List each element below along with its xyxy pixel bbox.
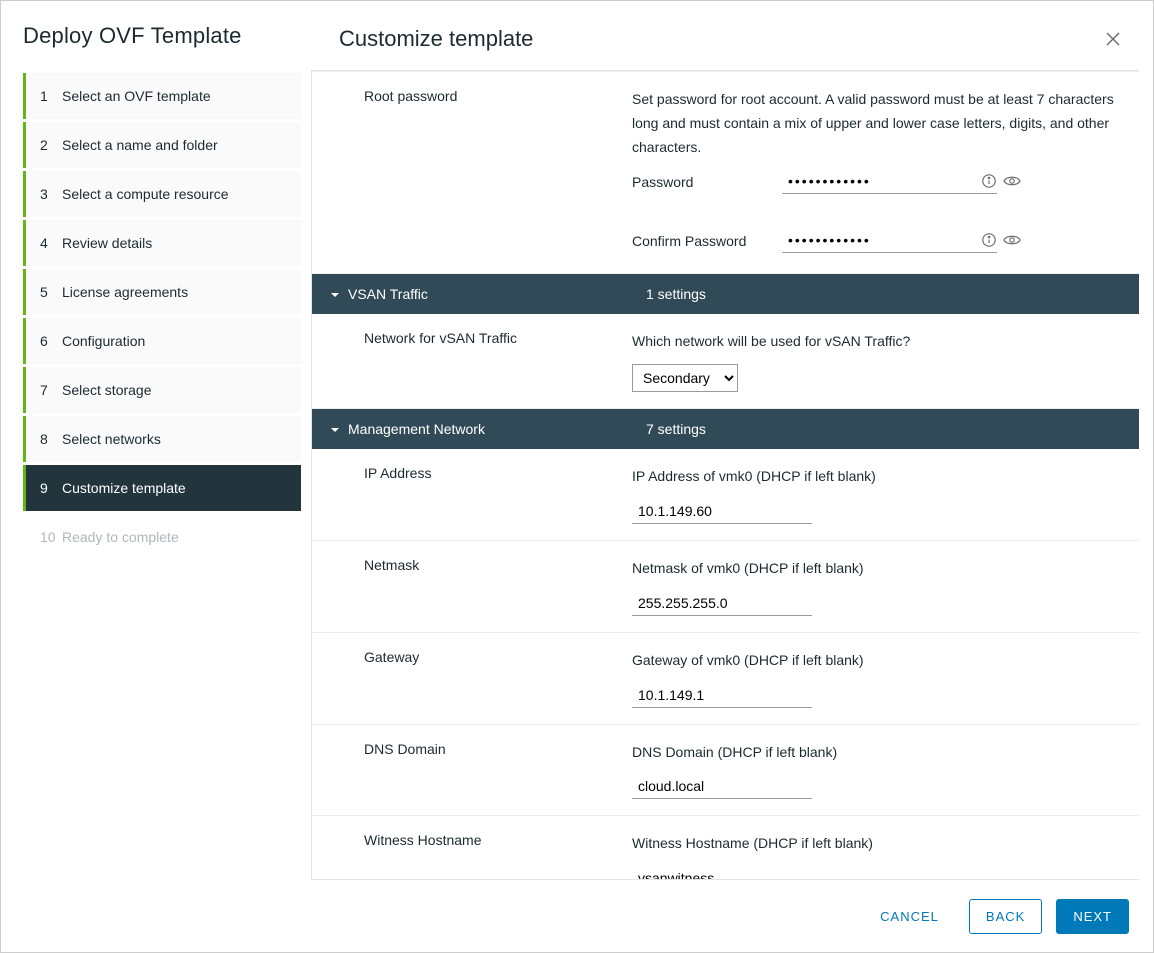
section-count: 1 settings <box>646 286 706 302</box>
eye-icon[interactable] <box>1003 174 1021 188</box>
confirm-sublabel: Confirm Password <box>632 233 782 249</box>
hostname-field[interactable] <box>632 866 812 880</box>
cancel-button[interactable]: CANCEL <box>864 900 955 933</box>
netmask-desc: Netmask of vmk0 (DHCP if left blank) <box>632 557 1119 581</box>
step-customize[interactable]: 9 Customize template <box>23 465 301 511</box>
row-netmask: Netmask Netmask of vmk0 (DHCP if left bl… <box>312 541 1139 633</box>
step-number: 5 <box>40 284 62 300</box>
step-storage[interactable]: 7 Select storage <box>23 367 301 413</box>
page-title: Customize template <box>339 26 533 52</box>
confirm-password-field[interactable] <box>782 228 975 252</box>
step-ready: 10 Ready to complete <box>23 514 301 560</box>
row-vsan-network: Network for vSAN Traffic Which network w… <box>312 314 1139 409</box>
row-dns-domain: DNS Domain DNS Domain (DHCP if left blan… <box>312 725 1139 817</box>
root-password-desc: Set password for root account. A valid p… <box>632 88 1119 159</box>
step-name-folder[interactable]: 2 Select a name and folder <box>23 122 301 168</box>
step-number: 6 <box>40 333 62 349</box>
step-license[interactable]: 5 License agreements <box>23 269 301 315</box>
ip-label: IP Address <box>332 465 632 524</box>
step-label: Select a compute resource <box>62 186 229 202</box>
section-header-vsan[interactable]: VSAN Traffic 1 settings <box>312 274 1139 314</box>
next-button[interactable]: NEXT <box>1056 899 1129 934</box>
netmask-field[interactable] <box>632 591 812 616</box>
section-title: Management Network <box>348 421 646 437</box>
dialog-footer: CANCEL BACK NEXT <box>311 880 1153 952</box>
step-label: Review details <box>62 235 152 251</box>
step-number: 3 <box>40 186 62 202</box>
ip-field[interactable] <box>632 499 812 524</box>
section-count: 7 settings <box>646 421 706 437</box>
hostname-desc: Witness Hostname (DHCP if left blank) <box>632 832 1119 856</box>
step-select-ovf[interactable]: 1 Select an OVF template <box>23 73 301 119</box>
info-icon[interactable] <box>981 232 997 248</box>
step-label: Ready to complete <box>62 529 179 545</box>
gateway-label: Gateway <box>332 649 632 708</box>
vsan-network-label: Network for vSAN Traffic <box>332 330 632 392</box>
step-label: Select networks <box>62 431 161 447</box>
step-number: 8 <box>40 431 62 447</box>
step-label: License agreements <box>62 284 188 300</box>
eye-icon[interactable] <box>1003 233 1021 247</box>
vsan-network-desc: Which network will be used for vSAN Traf… <box>632 330 1119 354</box>
dialog-deploy-ovf: Deploy OVF Template 1 Select an OVF temp… <box>0 0 1154 953</box>
gateway-field[interactable] <box>632 683 812 708</box>
step-label: Select an OVF template <box>62 88 211 104</box>
row-root-password: Root password Set password for root acco… <box>312 71 1139 274</box>
wizard-steps: 1 Select an OVF template 2 Select a name… <box>23 73 301 560</box>
step-number: 9 <box>40 480 62 496</box>
step-number: 2 <box>40 137 62 153</box>
dnsdom-desc: DNS Domain (DHCP if left blank) <box>632 741 1119 765</box>
main-header: Customize template <box>311 1 1153 62</box>
hostname-label: Witness Hostname <box>332 832 632 880</box>
root-password-label: Root password <box>332 88 632 257</box>
password-field[interactable] <box>782 169 975 193</box>
step-compute[interactable]: 3 Select a compute resource <box>23 171 301 217</box>
main-panel: Customize template Root password Set pas… <box>311 1 1153 952</box>
info-icon[interactable] <box>981 173 997 189</box>
dnsdom-label: DNS Domain <box>332 741 632 800</box>
gateway-desc: Gateway of vmk0 (DHCP if left blank) <box>632 649 1119 673</box>
step-label: Select a name and folder <box>62 137 218 153</box>
row-gateway: Gateway Gateway of vmk0 (DHCP if left bl… <box>312 633 1139 725</box>
chevron-down-icon <box>330 422 340 436</box>
back-button[interactable]: BACK <box>969 899 1042 934</box>
password-sublabel: Password <box>632 174 782 190</box>
step-label: Configuration <box>62 333 145 349</box>
close-icon <box>1105 27 1121 49</box>
wizard-sidebar: Deploy OVF Template 1 Select an OVF temp… <box>1 1 311 952</box>
step-networks[interactable]: 8 Select networks <box>23 416 301 462</box>
close-button[interactable] <box>1101 23 1125 54</box>
step-review[interactable]: 4 Review details <box>23 220 301 266</box>
step-label: Select storage <box>62 382 152 398</box>
netmask-label: Netmask <box>332 557 632 616</box>
wizard-title: Deploy OVF Template <box>23 23 301 49</box>
section-header-mgmt[interactable]: Management Network 7 settings <box>312 409 1139 449</box>
vsan-network-select[interactable]: Secondary <box>632 364 738 392</box>
content-scroll[interactable]: Root password Set password for root acco… <box>311 70 1139 880</box>
step-number: 4 <box>40 235 62 251</box>
step-configuration[interactable]: 6 Configuration <box>23 318 301 364</box>
step-label: Customize template <box>62 480 186 496</box>
chevron-down-icon <box>330 287 340 301</box>
step-number: 7 <box>40 382 62 398</box>
step-number: 10 <box>40 529 62 545</box>
section-title: VSAN Traffic <box>348 286 646 302</box>
row-hostname: Witness Hostname Witness Hostname (DHCP … <box>312 816 1139 880</box>
row-ip-address: IP Address IP Address of vmk0 (DHCP if l… <box>312 449 1139 541</box>
step-number: 1 <box>40 88 62 104</box>
dnsdom-field[interactable] <box>632 774 812 799</box>
ip-desc: IP Address of vmk0 (DHCP if left blank) <box>632 465 1119 489</box>
